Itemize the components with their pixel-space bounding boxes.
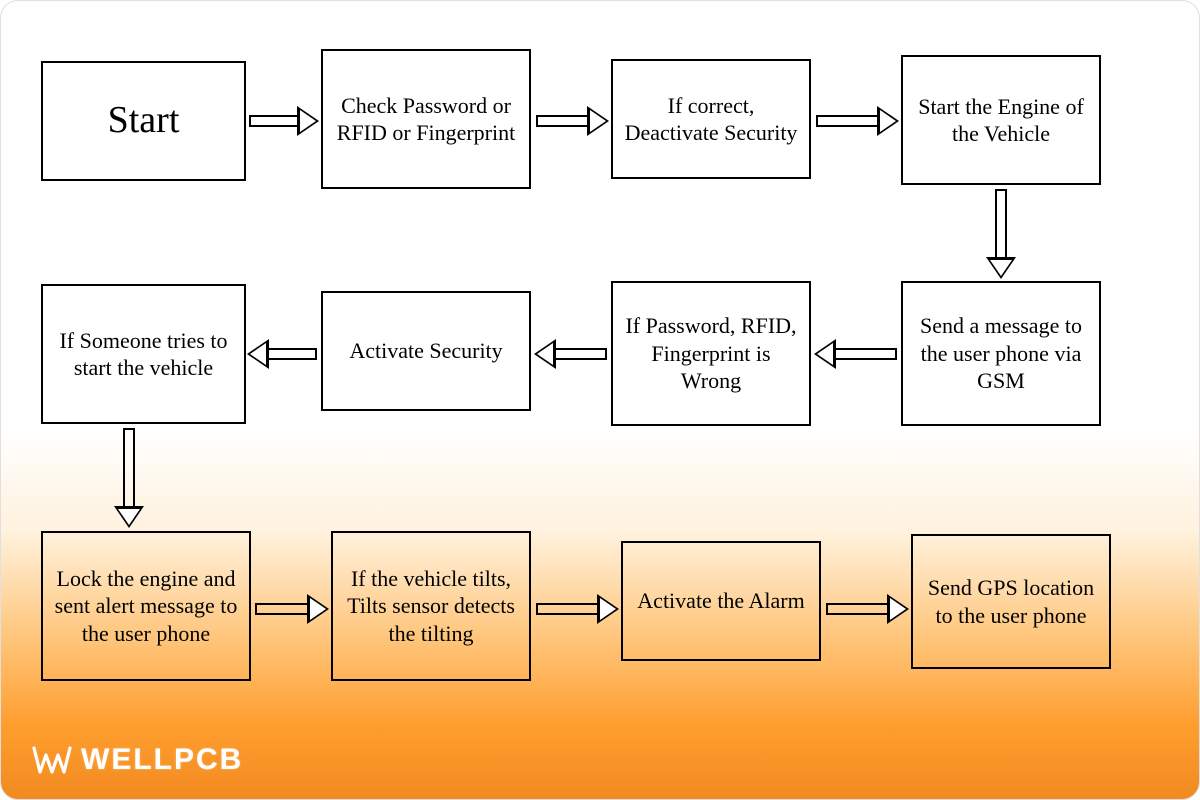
brand-logo-icon	[31, 745, 73, 775]
node-gps: Send GPS location to the user phone	[911, 534, 1111, 669]
arrow-engine-to-gsm	[988, 189, 1014, 277]
node-check: Check Password or RFID or Fingerprint	[321, 49, 531, 189]
arrow-gsm-to-wrong	[816, 341, 897, 367]
node-tilt: If the vehicle tilts, Tilts sensor detec…	[331, 531, 531, 681]
node-label: If correct, Deactivate Security	[623, 92, 799, 147]
node-label: Lock the engine and sent alert message t…	[53, 565, 239, 648]
arrow-wrong-to-activate	[536, 341, 607, 367]
node-alarm: Activate the Alarm	[621, 541, 821, 661]
flowchart-canvas: Start Check Password or RFID or Fingerpr…	[0, 0, 1200, 800]
brand-watermark: WELLPCB	[31, 743, 243, 777]
arrow-check-to-correct	[536, 108, 607, 134]
node-label: Activate the Alarm	[637, 587, 804, 615]
node-label: If Password, RFID, Fingerprint is Wrong	[623, 312, 799, 395]
arrow-start-to-check	[249, 108, 317, 134]
node-label: If the vehicle tilts, Tilts sensor detec…	[343, 565, 519, 648]
node-gsm: Send a message to the user phone via GSM	[901, 281, 1101, 426]
node-label: Send GPS location to the user phone	[923, 574, 1099, 629]
node-label: Start the Engine of the Vehicle	[913, 93, 1089, 148]
node-label: Send a message to the user phone via GSM	[913, 312, 1089, 395]
node-label: Start	[108, 97, 180, 145]
arrow-activate-to-someone	[249, 341, 317, 367]
arrow-someone-to-lock	[116, 428, 142, 526]
node-label: Activate Security	[349, 337, 502, 365]
node-lock: Lock the engine and sent alert message t…	[41, 531, 251, 681]
node-start: Start	[41, 61, 246, 181]
arrow-tilt-to-alarm	[536, 596, 617, 622]
arrow-lock-to-tilt	[255, 596, 327, 622]
node-wrong: If Password, RFID, Fingerprint is Wrong	[611, 281, 811, 426]
node-correct: If correct, Deactivate Security	[611, 59, 811, 179]
node-label: If Someone tries to start the vehicle	[53, 327, 234, 382]
node-someone: If Someone tries to start the vehicle	[41, 284, 246, 424]
node-activate: Activate Security	[321, 291, 531, 411]
arrow-alarm-to-gps	[826, 596, 907, 622]
brand-text: WELLPCB	[81, 743, 243, 777]
node-engine: Start the Engine of the Vehicle	[901, 55, 1101, 185]
arrow-correct-to-engine	[816, 108, 897, 134]
node-label: Check Password or RFID or Fingerprint	[333, 92, 519, 147]
